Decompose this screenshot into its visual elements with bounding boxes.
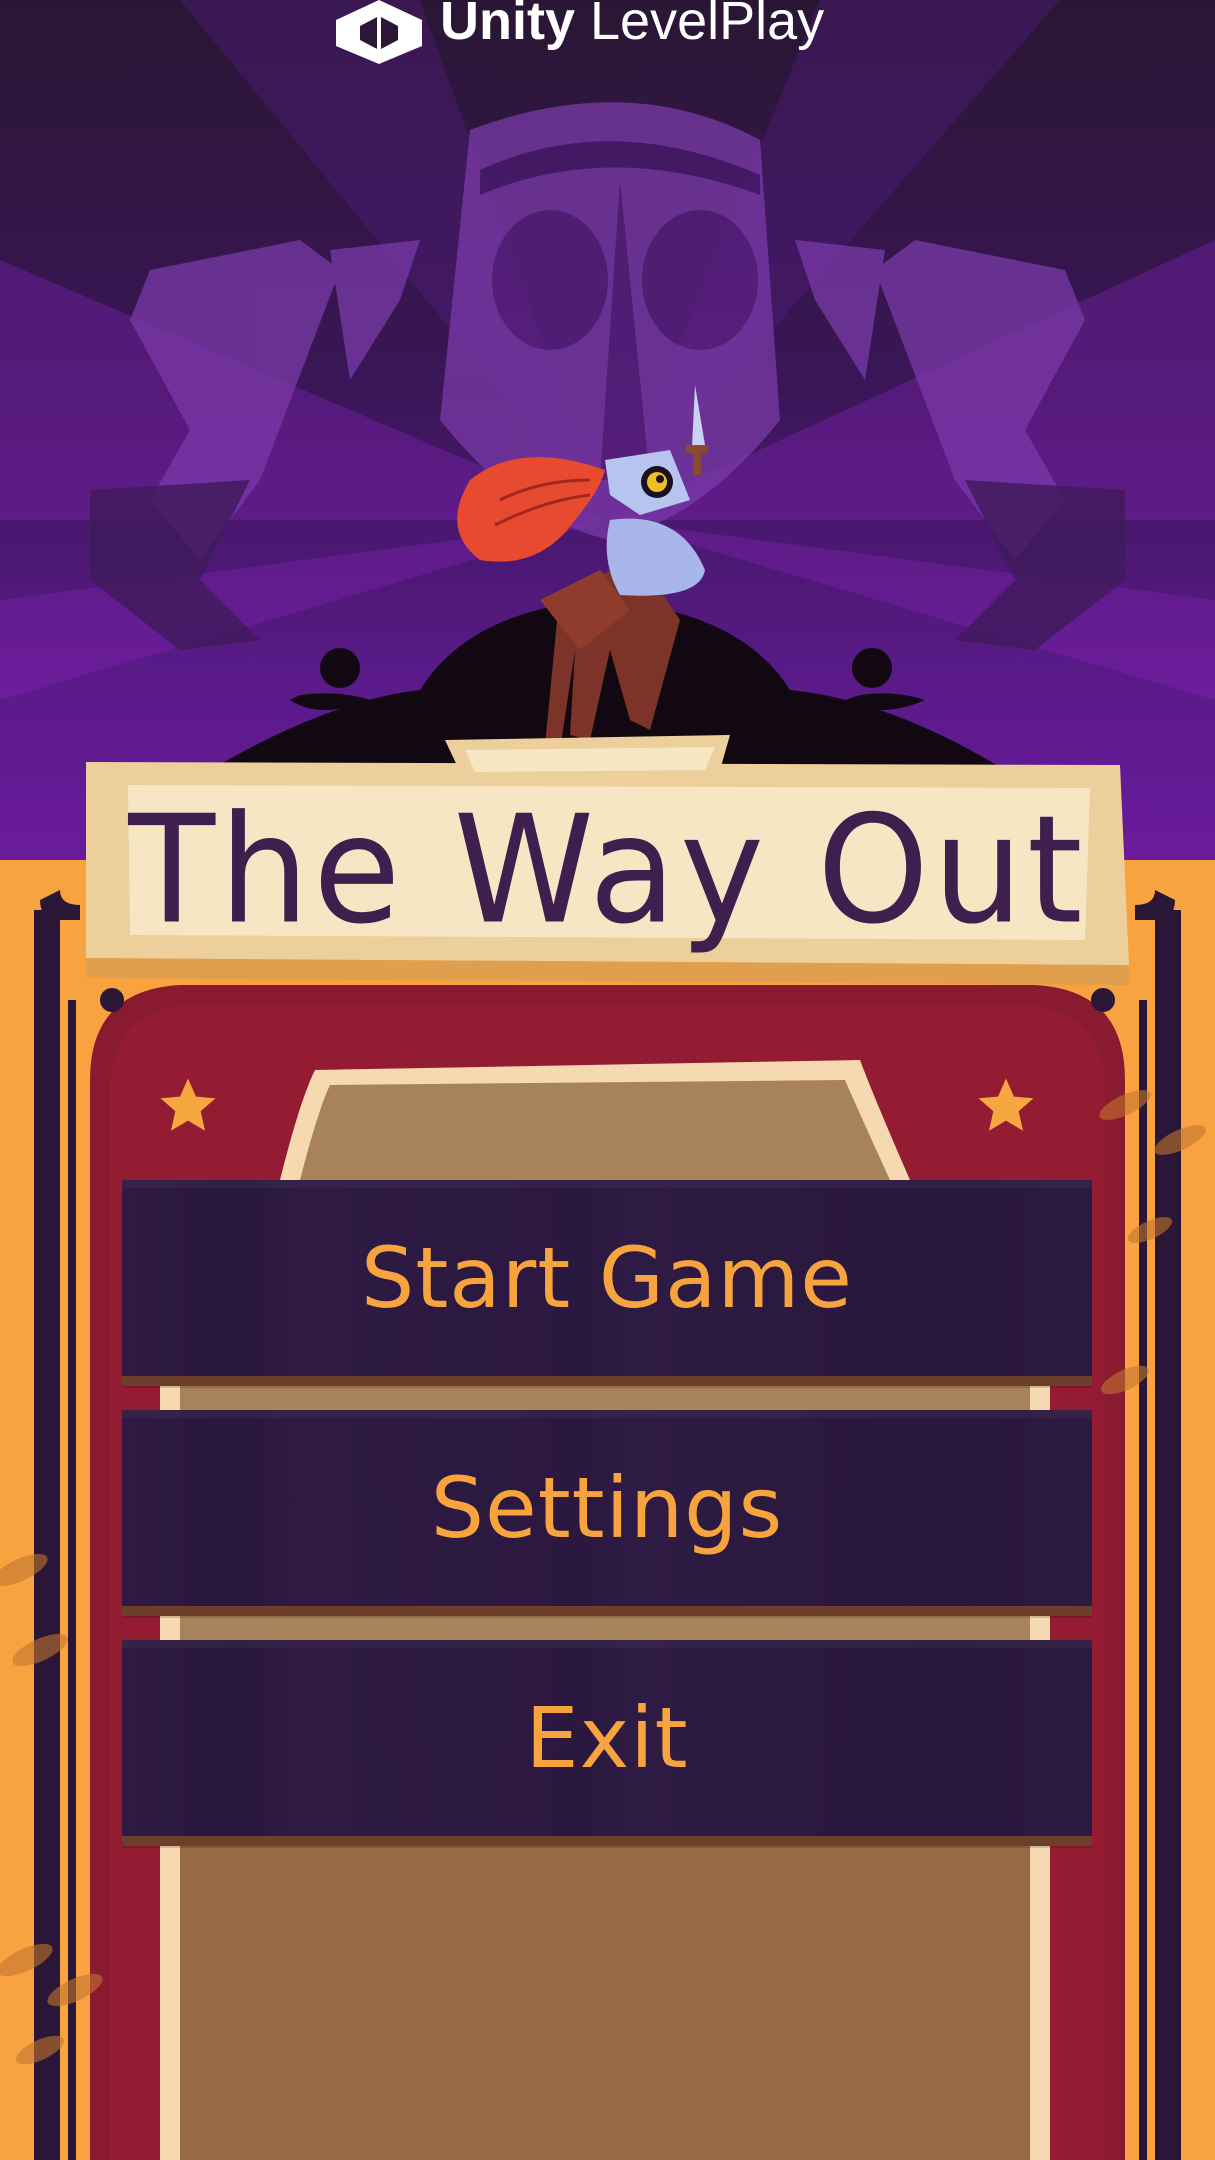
star-icon [160,1078,216,1131]
game-main-menu: Unity LevelPlay The Way Out Start Game S… [0,0,1215,2160]
settings-button[interactable]: Settings [122,1410,1092,1606]
exit-button[interactable]: Exit [122,1640,1092,1836]
start-game-button[interactable]: Start Game [122,1180,1092,1376]
star-icon [978,1078,1034,1131]
game-title: The Way Out [128,783,1087,957]
